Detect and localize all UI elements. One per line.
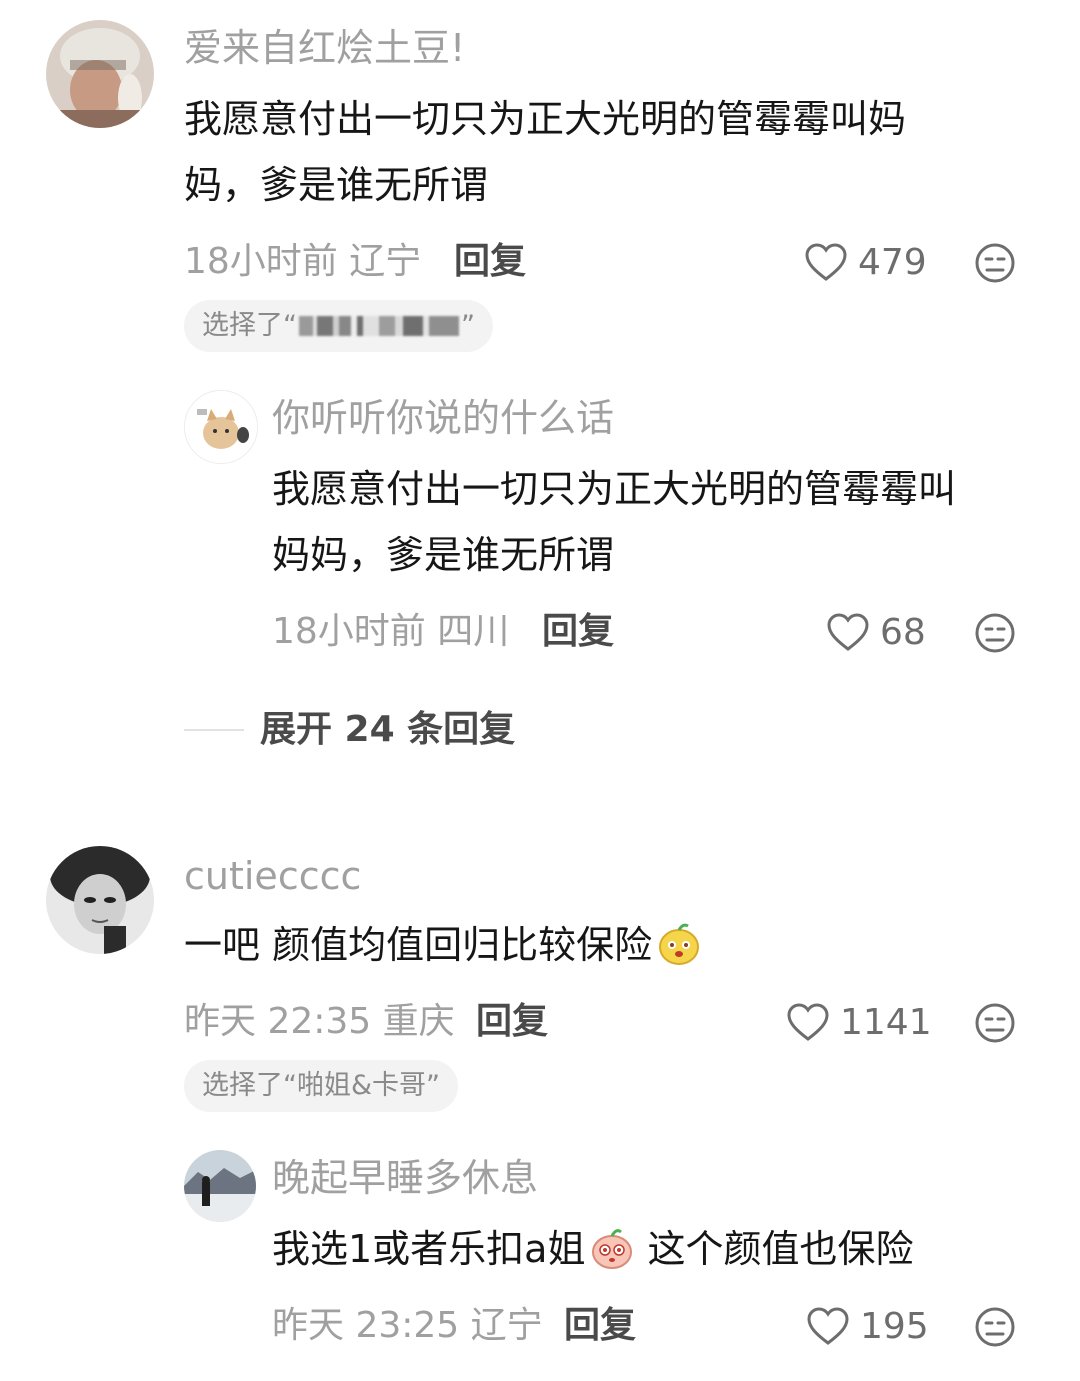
avatar-user-2[interactable] bbox=[46, 846, 154, 954]
expand-replies-label: 展开 24 条回复 bbox=[260, 709, 516, 750]
chip-suffix: ” bbox=[461, 310, 475, 341]
lemon-emoji-icon bbox=[659, 923, 700, 965]
reply-text-before-emoji: 我选1或者乐扣a姐 bbox=[272, 1227, 586, 1271]
dislike-button[interactable] bbox=[974, 612, 1016, 654]
reply-username[interactable]: 晚起早睡多休息 bbox=[272, 1154, 538, 1202]
reply-text-line: 我愿意付出一切只为正大光明的管霉霉叫 bbox=[272, 467, 957, 511]
reply-time-location: 昨天 23:25 辽宁 bbox=[272, 1305, 543, 1346]
avatar-user-1[interactable] bbox=[46, 20, 154, 128]
avatar-reply-2[interactable] bbox=[184, 1150, 256, 1222]
reply-username[interactable]: 你听听你说的什么话 bbox=[272, 394, 614, 442]
reply-button[interactable]: 回复 bbox=[564, 1304, 636, 1348]
comment-text-line: 我愿意付出一切只为正大光明的管霉霉叫妈 bbox=[184, 97, 907, 141]
reply-button[interactable]: 回复 bbox=[542, 610, 614, 654]
like-count: 479 bbox=[858, 241, 927, 283]
like-count: 68 bbox=[880, 611, 926, 653]
meh-face-icon bbox=[975, 1003, 1015, 1043]
like-button[interactable]: 68 bbox=[826, 610, 926, 654]
comment-text: 我愿意付出一切只为正大光明的管霉霉叫妈 妈，爹是谁无所谓 bbox=[184, 86, 906, 218]
reply-text-after-emoji: 这个颜值也保险 bbox=[635, 1227, 914, 1271]
vote-choice-chip[interactable]: 选择了“啪姐&卡哥” bbox=[184, 1060, 459, 1112]
cat-avatar-icon bbox=[185, 391, 257, 463]
meh-face-icon bbox=[975, 613, 1015, 653]
like-button[interactable]: 479 bbox=[804, 240, 927, 284]
comment-text-line: 妈，爹是谁无所谓 bbox=[184, 163, 489, 207]
like-button[interactable]: 195 bbox=[806, 1304, 929, 1348]
blurred-choice bbox=[299, 316, 459, 336]
avatar-reply-1[interactable] bbox=[184, 390, 258, 464]
comment-time-location: 18小时前 辽宁 bbox=[184, 241, 422, 282]
meh-face-icon bbox=[975, 243, 1015, 283]
avatar-photo-icon bbox=[46, 20, 154, 128]
comment-username[interactable]: 爱来自红烩土豆! bbox=[184, 24, 465, 72]
dislike-button[interactable] bbox=[974, 1306, 1016, 1348]
peach-emoji-icon bbox=[592, 1229, 633, 1269]
chip-prefix: 选择了“ bbox=[202, 310, 297, 341]
expand-replies-button[interactable]: 展开 24 条回复 bbox=[184, 708, 515, 752]
divider-line bbox=[184, 729, 244, 731]
reply-text-line: 妈妈，爹是谁无所谓 bbox=[272, 533, 615, 577]
dislike-button[interactable] bbox=[974, 242, 1016, 284]
heart-outline-icon bbox=[805, 243, 847, 281]
avatar-photo-icon bbox=[46, 846, 154, 954]
like-button[interactable]: 1141 bbox=[786, 1000, 932, 1044]
like-count: 195 bbox=[860, 1305, 929, 1347]
comment-text-line: 一吧 颜值均值回归比较保险 bbox=[184, 923, 653, 967]
reply-button[interactable]: 回复 bbox=[476, 1000, 548, 1044]
reply-text: 我选1或者乐扣a姐 这个颜值也保险 bbox=[272, 1216, 914, 1282]
landscape-avatar-icon bbox=[184, 1150, 256, 1222]
heart-outline-icon bbox=[827, 613, 869, 651]
like-count: 1141 bbox=[840, 1001, 932, 1043]
reply-text: 我愿意付出一切只为正大光明的管霉霉叫 妈妈，爹是谁无所谓 bbox=[272, 456, 956, 588]
comment-username[interactable]: cutiecccc bbox=[184, 852, 361, 900]
comment-time-location: 昨天 22:35 重庆 bbox=[184, 1001, 455, 1042]
comment-text: 一吧 颜值均值回归比较保险 bbox=[184, 912, 702, 978]
meh-face-icon bbox=[975, 1307, 1015, 1347]
comment-thread: 爱来自红烩土豆! 我愿意付出一切只为正大光明的管霉霉叫妈 妈，爹是谁无所谓 18… bbox=[0, 0, 1080, 1381]
dislike-button[interactable] bbox=[974, 1002, 1016, 1044]
reply-time-location: 18小时前 四川 bbox=[272, 611, 510, 652]
vote-choice-chip[interactable]: 选择了“ ” bbox=[184, 300, 493, 352]
chip-text: 选择了“啪姐&卡哥” bbox=[202, 1070, 441, 1101]
heart-outline-icon bbox=[787, 1003, 829, 1041]
reply-button[interactable]: 回复 bbox=[454, 240, 526, 284]
heart-outline-icon bbox=[807, 1307, 849, 1345]
